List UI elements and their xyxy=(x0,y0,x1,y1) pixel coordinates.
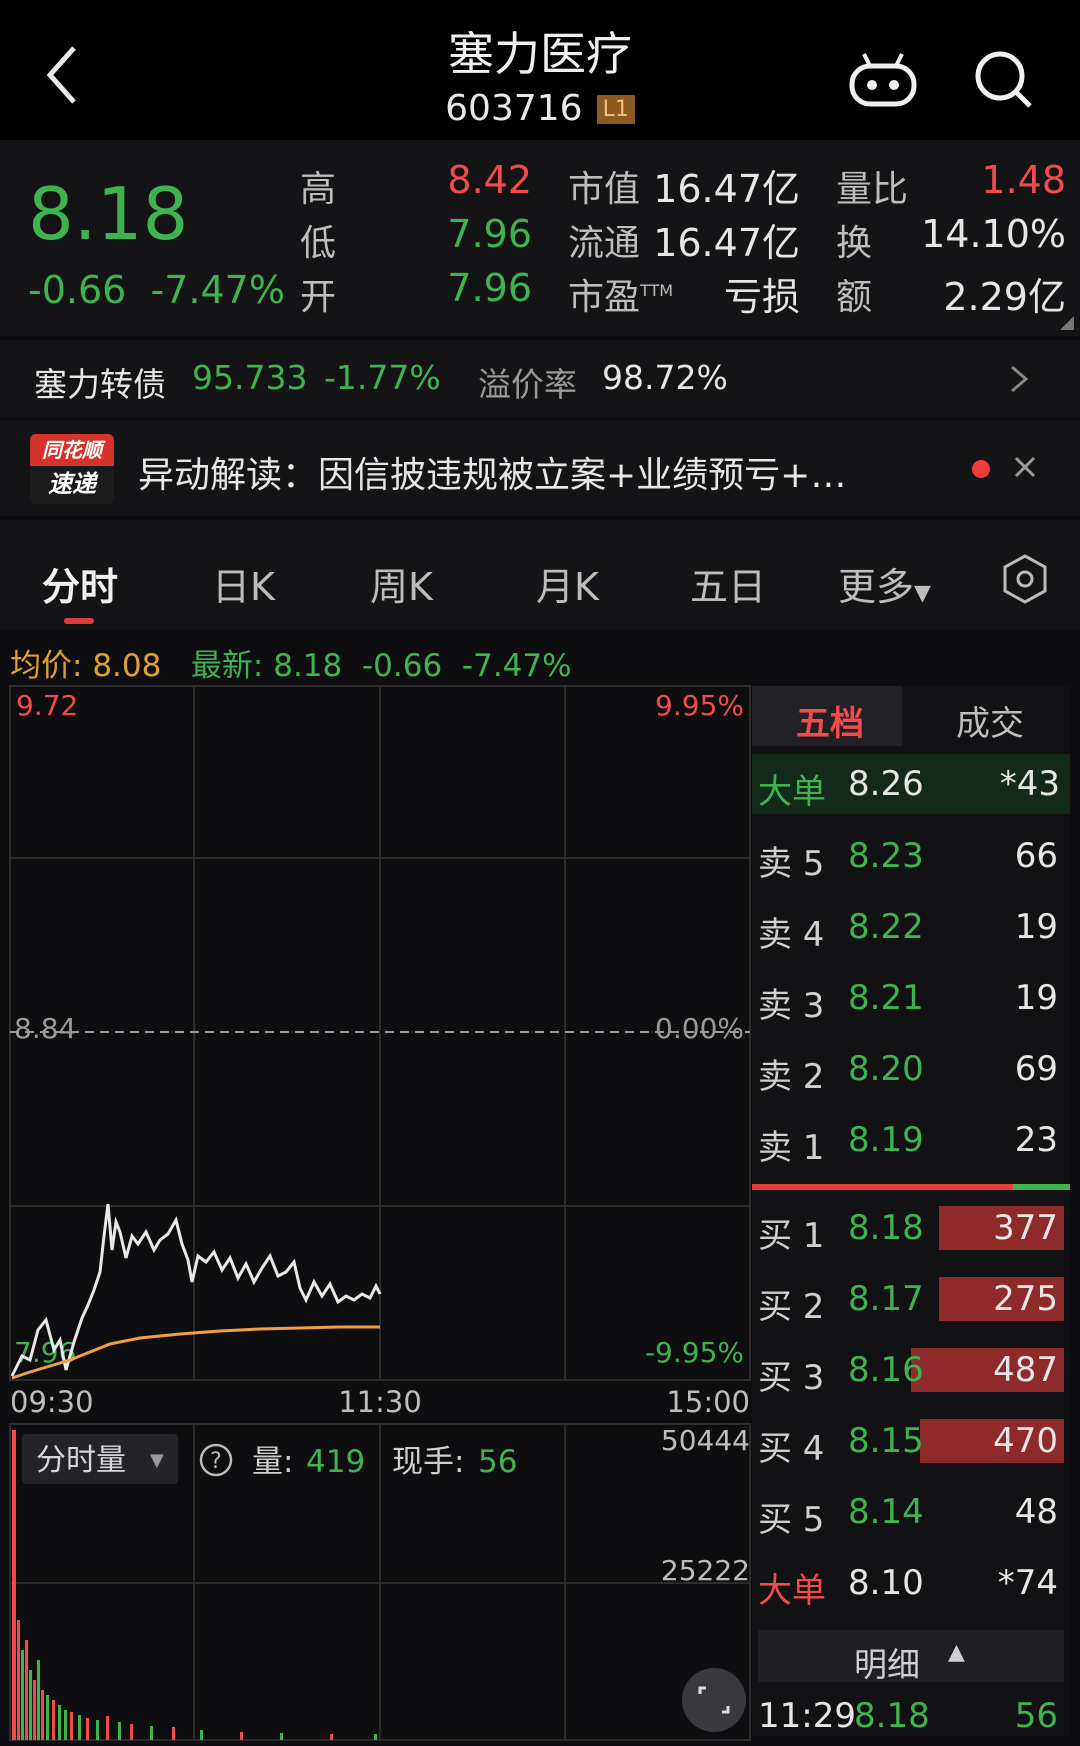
open-value: 7.96 xyxy=(447,266,532,310)
help-icon-glyph: ? xyxy=(210,1449,222,1474)
buy-5-row[interactable]: 买 5 8.14 48 xyxy=(758,1482,1064,1542)
bond-name: 塞力转债 xyxy=(34,365,166,404)
sell-1-row[interactable]: 卖 1 8.19 23 xyxy=(758,1110,1064,1170)
pe-value: 亏损 xyxy=(723,275,800,319)
axis-price-mid: 8.84 xyxy=(14,1012,76,1045)
premium-value: 98.72% xyxy=(602,358,728,397)
low-value: 7.96 xyxy=(447,212,532,256)
bond-price: 95.733 xyxy=(192,358,308,397)
quote-panel: 8.18 -0.66 -7.47% 高 低 开 8.42 7.96 7.96 市… xyxy=(0,140,1080,336)
last-price: 8.18 xyxy=(28,172,189,256)
dropdown-caret-icon: ▼ xyxy=(150,1450,164,1471)
close-icon[interactable] xyxy=(1012,454,1038,480)
news-logo: 同花顺 速递 xyxy=(30,434,114,504)
convertible-bond-row[interactable]: 塞力转债 95.733 -1.77% 溢价率 98.72% xyxy=(0,340,1080,418)
search-icon xyxy=(975,51,1032,108)
axis-pct-top: 9.95% xyxy=(655,689,744,722)
turnover-label: 换 xyxy=(836,223,873,264)
volume-value: 419 xyxy=(306,1444,365,1480)
change-percent: -7.47% xyxy=(150,268,285,312)
news-ticker[interactable]: 同花顺 速递 异动解读：因信披违规被立案+业绩预亏+… xyxy=(0,420,1080,516)
sell-4-row[interactable]: 卖 4 8.22 19 xyxy=(758,897,1064,957)
chevron-right-icon xyxy=(1011,365,1029,393)
axis-time-end: 15:00 xyxy=(666,1385,750,1419)
fullscreen-button[interactable] xyxy=(682,1668,746,1732)
stock-code: 603716 xyxy=(445,88,583,129)
chart-grid xyxy=(9,685,751,1741)
tab-daily-k[interactable]: 日K xyxy=(212,556,275,611)
stock-code-row: 603716 L1 xyxy=(0,88,1080,129)
axis-price-top: 9.72 xyxy=(16,689,78,722)
assistant-button[interactable] xyxy=(848,52,918,108)
amount-label: 额 xyxy=(836,277,873,318)
latest-price: 最新: 8.18 -0.66 -7.47% xyxy=(190,648,572,684)
settings-hexagon-icon[interactable] xyxy=(1000,554,1050,604)
buy-3-row[interactable]: 买 3 8.16 487 xyxy=(758,1340,1064,1400)
volume-ratio-label: 量比 xyxy=(836,169,909,210)
level-badge: L1 xyxy=(596,95,635,124)
premium-label: 溢价率 xyxy=(478,365,577,404)
high-label: 高 xyxy=(300,169,337,210)
intraday-chart[interactable]: 9.72 9.95% 8.84 0.00% 7.96 -9.95% 09:30 … xyxy=(0,680,752,1741)
buy-2-row[interactable]: 买 2 8.17 275 xyxy=(758,1269,1064,1329)
logo-top-text: 同花顺 xyxy=(30,434,114,466)
bond-pct: -1.77% xyxy=(324,358,441,397)
volume-dropdown-label: 分时量 xyxy=(36,1443,126,1478)
tab-monthly-k[interactable]: 月K xyxy=(536,556,599,611)
logo-bottom-text: 速递 xyxy=(48,470,96,498)
mcap-value: 16.47亿 xyxy=(653,167,800,211)
period-tabs: 分时 日K 周K 月K 五日 更多▼ xyxy=(0,520,1080,630)
tab-more[interactable]: 更多▼ xyxy=(838,556,931,611)
tab-intraday[interactable]: 分时 xyxy=(42,556,118,611)
last-trade-row: 11:29 8.18 56 xyxy=(758,1696,1058,1736)
open-label: 开 xyxy=(300,277,337,318)
low-label: 低 xyxy=(300,223,337,264)
mcap-label: 市值 xyxy=(568,169,641,210)
axis-pct-bottom: -9.95% xyxy=(645,1336,744,1369)
sell-2-row[interactable]: 卖 2 8.20 69 xyxy=(758,1039,1064,1099)
stock-name: 塞力医疗 xyxy=(448,27,632,81)
detail-toggle[interactable]: 明细 ▲ xyxy=(758,1630,1064,1684)
sell-3-row[interactable]: 卖 3 8.21 19 xyxy=(758,968,1064,1028)
axis-time-mid: 11:30 xyxy=(338,1385,422,1419)
high-value: 8.42 xyxy=(447,158,532,202)
buy-4-row[interactable]: 买 4 8.15 470 xyxy=(758,1411,1064,1471)
header-bar: 塞力医疗 603716 L1 xyxy=(0,0,1080,140)
unread-dot xyxy=(972,460,990,478)
axis-time-start: 09:30 xyxy=(10,1385,94,1419)
tab-weekly-k[interactable]: 周K xyxy=(370,556,433,611)
volume-ratio-value: 1.48 xyxy=(981,158,1066,202)
avg-price: 均价: 8.08 xyxy=(10,648,162,684)
price-change: -0.66 -7.47% xyxy=(28,268,285,312)
sell-5-row[interactable]: 卖 5 8.23 66 xyxy=(758,826,1064,886)
buy-1-row[interactable]: 买 1 8.18 377 xyxy=(758,1198,1064,1258)
float-label: 流通 xyxy=(568,223,641,264)
volume-axis-mid: 25222 xyxy=(661,1554,750,1587)
caret-up-icon: ▲ xyxy=(948,1640,965,1665)
axis-pct-mid: 0.00% xyxy=(655,1012,744,1045)
caret-down-icon: ▼ xyxy=(914,581,931,606)
robot-icon xyxy=(849,53,917,107)
active-tab-indicator xyxy=(64,618,94,624)
turnover-value: 14.10% xyxy=(921,212,1066,256)
buy-sell-ratio-bar xyxy=(752,1184,1070,1190)
big-buy-row: 大单 8.10 *74 xyxy=(758,1563,1058,1611)
tab-five-day[interactable]: 五日 xyxy=(690,556,766,611)
corner-triangle-icon xyxy=(1060,316,1074,330)
change-value: -0.66 xyxy=(28,268,127,312)
big-sell-row: 大单 8.26 *43 xyxy=(752,754,1070,814)
float-value: 16.47亿 xyxy=(653,221,800,265)
search-button[interactable] xyxy=(972,48,1036,112)
news-headline: 异动解读：因信披违规被立案+业绩预亏+… xyxy=(138,455,847,496)
tab-five-levels[interactable]: 五档 xyxy=(752,686,902,746)
volume-axis-max: 50444 xyxy=(661,1424,750,1457)
tab-trades[interactable]: 成交 xyxy=(956,696,1024,745)
hand-value: 56 xyxy=(478,1444,517,1480)
hand-label: 现手: xyxy=(392,1444,464,1480)
order-book: 五档 成交 大单 8.26 *43 卖 5 8.23 66 卖 4 8.22 19 卖 … xyxy=(752,686,1070,1736)
volume-label: 量: xyxy=(252,1444,293,1480)
amount-value: 2.29亿 xyxy=(943,275,1066,319)
chart-info-line: 均价: 8.08 最新: 8.18 -0.66 -7.47% xyxy=(10,640,572,685)
